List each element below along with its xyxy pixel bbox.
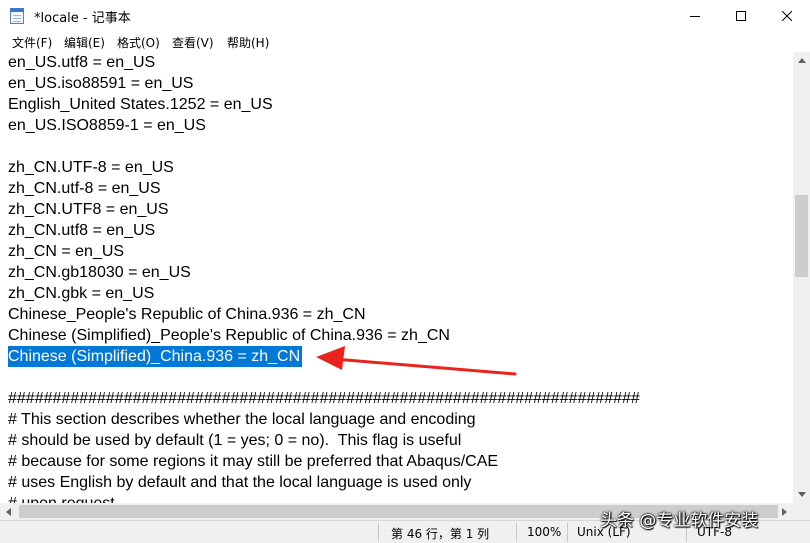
scroll-right-button[interactable] xyxy=(776,503,793,520)
menu-view[interactable]: 查看(V) xyxy=(172,34,214,51)
menu-format[interactable]: 格式(O) xyxy=(117,34,160,51)
text-line: zh_CN.UTF-8 = en_US xyxy=(8,159,174,176)
window-title: *locale - 记事本 xyxy=(34,11,131,26)
scroll-up-button[interactable] xyxy=(793,52,810,69)
selected-text-line: Chinese (Simplified)_China.936 = zh_CN xyxy=(8,346,303,367)
text-line: # because for some regions it may still … xyxy=(8,453,499,470)
text-line: en_US.ISO8859-1 = en_US xyxy=(8,117,206,134)
chevron-up-icon xyxy=(797,58,806,63)
text-line: Chinese (Simplified)_People's Republic o… xyxy=(8,327,450,344)
menu-edit[interactable]: 编辑(E) xyxy=(64,34,105,51)
text-line: en_US.iso88591 = en_US xyxy=(8,75,194,92)
text-line: zh_CN.utf8 = en_US xyxy=(8,222,156,239)
text-line: English_United States.1252 = en_US xyxy=(8,96,273,113)
close-icon xyxy=(782,11,792,21)
text-line: zh_CN = en_US xyxy=(8,243,125,260)
maximize-icon xyxy=(736,11,746,21)
minimize-button[interactable] xyxy=(672,0,718,32)
scroll-left-button[interactable] xyxy=(0,503,17,520)
text-line: ########################################… xyxy=(8,390,640,407)
watermark: 头条 @专业软件安装 xyxy=(600,511,759,531)
text-line: zh_CN.utf-8 = en_US xyxy=(8,180,161,197)
status-divider xyxy=(378,523,379,542)
zoom-level: 100% xyxy=(527,525,562,539)
chevron-down-icon xyxy=(797,492,806,497)
notepad-icon xyxy=(10,8,24,24)
text-line: zh_CN.UTF8 = en_US xyxy=(8,201,169,218)
text-line: # should be used by default (1 = yes; 0 … xyxy=(8,432,462,449)
menu-bar: 文件(F) 编辑(E) 格式(O) 查看(V) 帮助(H) xyxy=(0,32,810,52)
vertical-scroll-thumb[interactable] xyxy=(795,195,808,277)
chevron-left-icon xyxy=(6,507,11,516)
status-divider xyxy=(516,523,517,542)
scrollbar-corner xyxy=(793,503,810,520)
minimize-icon xyxy=(690,16,700,17)
title-bar[interactable]: *locale - 记事本 xyxy=(0,0,810,32)
status-divider xyxy=(567,523,568,542)
menu-file[interactable]: 文件(F) xyxy=(12,34,52,51)
text-line: en_US.utf8 = en_US xyxy=(8,54,156,71)
chevron-right-icon xyxy=(782,507,787,516)
close-button[interactable] xyxy=(764,0,810,32)
maximize-button[interactable] xyxy=(718,0,764,32)
text-line: zh_CN.gb18030 = en_US xyxy=(8,264,191,281)
text-line: zh_CN.gbk = en_US xyxy=(8,285,155,302)
text-editor[interactable]: en_US.utf8 = en_US en_US.iso88591 = en_U… xyxy=(0,52,793,520)
cursor-position: 第 46 行，第 1 列 xyxy=(391,527,490,541)
text-line: Chinese_People's Republic of China.936 =… xyxy=(8,306,366,323)
menu-help[interactable]: 帮助(H) xyxy=(227,34,269,51)
text-line: # uses English by default and that the l… xyxy=(8,474,472,491)
vertical-scrollbar[interactable] xyxy=(793,52,810,503)
text-line: # This section describes whether the loc… xyxy=(8,411,476,428)
scroll-down-button[interactable] xyxy=(793,486,810,503)
